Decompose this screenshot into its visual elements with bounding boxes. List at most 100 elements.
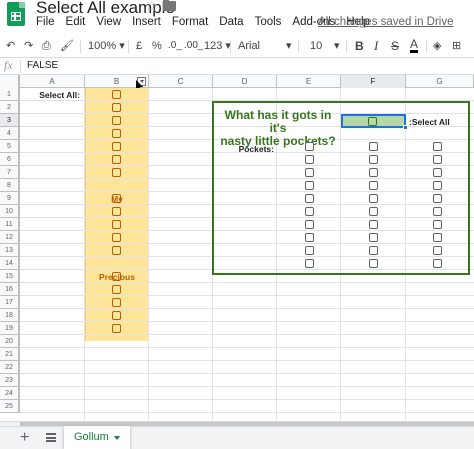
increase-decimal-button[interactable]: .00_ xyxy=(184,39,203,53)
select-all-checkbox[interactable] xyxy=(368,117,377,126)
print-icon[interactable]: ⎙ xyxy=(42,39,51,53)
currency-button[interactable]: £ xyxy=(136,39,142,53)
row-header-6[interactable]: 6 xyxy=(0,153,20,166)
checkbox-b17[interactable] xyxy=(112,298,121,307)
sheet-tab-menu-icon[interactable] xyxy=(114,436,120,440)
row-header-7[interactable]: 7 xyxy=(0,166,20,179)
row-header-10[interactable]: 10 xyxy=(0,205,20,218)
column-header-a[interactable]: A xyxy=(20,75,85,88)
checkbox-b2[interactable] xyxy=(112,103,121,112)
checkbox-b4[interactable] xyxy=(112,129,121,138)
checkbox-b12[interactable] xyxy=(112,233,121,242)
pocket-checkbox-f13[interactable] xyxy=(369,246,378,255)
formula-input[interactable]: FALSE xyxy=(27,60,58,71)
checkbox-b7[interactable] xyxy=(112,168,121,177)
pocket-checkbox-e12[interactable] xyxy=(305,233,314,242)
pocket-checkbox-f14[interactable] xyxy=(369,259,378,268)
row-header-22[interactable]: 22 xyxy=(0,361,20,374)
pocket-checkbox-f11[interactable] xyxy=(369,220,378,229)
checkbox-b18[interactable] xyxy=(112,311,121,320)
checkbox-b3[interactable] xyxy=(112,116,121,125)
pocket-checkbox-f7[interactable] xyxy=(369,168,378,177)
cells-area[interactable]: Select All: My Precious What has it gots… xyxy=(20,88,474,421)
pocket-checkbox-g7[interactable] xyxy=(433,168,442,177)
sheets-logo-icon[interactable] xyxy=(7,2,25,26)
row-header-14[interactable]: 14 xyxy=(0,257,20,270)
pocket-checkbox-g10[interactable] xyxy=(433,207,442,216)
pocket-checkbox-e6[interactable] xyxy=(305,155,314,164)
row-header-3[interactable]: 3 xyxy=(0,114,20,127)
column-header-c[interactable]: C xyxy=(149,75,213,88)
paint-format-icon[interactable]: 🖌 xyxy=(60,39,74,53)
pocket-checkbox-e10[interactable] xyxy=(305,207,314,216)
pocket-checkbox-f8[interactable] xyxy=(369,181,378,190)
folder-icon[interactable] xyxy=(163,0,176,11)
checkbox-b5[interactable] xyxy=(112,142,121,151)
pocket-checkbox-e8[interactable] xyxy=(305,181,314,190)
row-header-9[interactable]: 9 xyxy=(0,192,20,205)
checkbox-b6[interactable] xyxy=(112,155,121,164)
text-color-button[interactable]: A xyxy=(410,38,419,53)
pocket-checkbox-g8[interactable] xyxy=(433,181,442,190)
selected-cell-f3[interactable] xyxy=(341,114,406,128)
row-header-1[interactable]: 1 xyxy=(0,88,20,101)
pocket-checkbox-f5[interactable] xyxy=(369,142,378,151)
star-icon[interactable]: ☆ xyxy=(145,0,158,15)
checkbox-b15[interactable] xyxy=(112,272,121,281)
pocket-checkbox-g6[interactable] xyxy=(433,155,442,164)
row-header-8[interactable]: 8 xyxy=(0,179,20,192)
spreadsheet-grid[interactable]: A B C D E F G 1 2 3 4 5 6 7 8 9 10 11 12 13 14 15 16 17 1… xyxy=(0,75,474,421)
fill-handle[interactable] xyxy=(403,125,408,130)
checkbox-b19[interactable] xyxy=(112,324,121,333)
checkbox-b9[interactable] xyxy=(112,194,121,203)
percent-button[interactable]: % xyxy=(152,39,162,53)
row-header-24[interactable]: 24 xyxy=(0,387,20,400)
pocket-checkbox-e14[interactable] xyxy=(305,259,314,268)
more-formats-select[interactable]: 123 ▾ xyxy=(204,39,231,53)
font-select[interactable]: Arial ▾ xyxy=(238,39,292,53)
pocket-checkbox-e9[interactable] xyxy=(305,194,314,203)
pocket-checkbox-e5[interactable] xyxy=(305,142,314,151)
row-header-23[interactable]: 23 xyxy=(0,374,20,387)
menu-file[interactable]: File xyxy=(36,16,55,32)
row-header-19[interactable]: 19 xyxy=(0,322,20,335)
row-header-18[interactable]: 18 xyxy=(0,309,20,322)
row-header-15[interactable]: 15 xyxy=(0,270,20,283)
checkbox-b10[interactable] xyxy=(112,207,121,216)
sheet-tab-gollum[interactable]: Gollum xyxy=(64,426,130,449)
font-size-select[interactable]: 10 ▾ xyxy=(310,39,340,53)
row-header-4[interactable]: 4 xyxy=(0,127,20,140)
menu-tools[interactable]: Tools xyxy=(255,16,282,32)
pocket-checkbox-g5[interactable] xyxy=(433,142,442,151)
redo-icon[interactable]: ↷ xyxy=(24,39,33,53)
select-all-corner[interactable] xyxy=(0,75,20,88)
column-header-d[interactable]: D xyxy=(213,75,277,88)
undo-icon[interactable]: ↶ xyxy=(6,39,15,53)
fill-color-icon[interactable]: ◈ xyxy=(433,39,441,53)
pocket-checkbox-g13[interactable] xyxy=(433,246,442,255)
row-header-12[interactable]: 12 xyxy=(0,231,20,244)
checkbox-b13[interactable] xyxy=(112,246,121,255)
menu-insert[interactable]: Insert xyxy=(132,16,161,32)
italic-button[interactable]: I xyxy=(374,39,378,53)
menu-data[interactable]: Data xyxy=(219,16,243,32)
zoom-select[interactable]: 100% ▾ xyxy=(88,39,125,53)
pocket-checkbox-g11[interactable] xyxy=(433,220,442,229)
column-header-e[interactable]: E xyxy=(277,75,341,88)
pocket-checkbox-g14[interactable] xyxy=(433,259,442,268)
row-header-5[interactable]: 5 xyxy=(0,140,20,153)
saved-status[interactable]: All changes saved in Drive xyxy=(318,16,454,28)
row-header-2[interactable]: 2 xyxy=(0,101,20,114)
row-header-17[interactable]: 17 xyxy=(0,296,20,309)
pocket-checkbox-g12[interactable] xyxy=(433,233,442,242)
row-header-21[interactable]: 21 xyxy=(0,348,20,361)
menu-edit[interactable]: Edit xyxy=(66,16,86,32)
menu-view[interactable]: View xyxy=(96,16,121,32)
checkbox-b1[interactable] xyxy=(112,90,121,99)
row-header-13[interactable]: 13 xyxy=(0,244,20,257)
pocket-checkbox-g9[interactable] xyxy=(433,194,442,203)
add-sheet-icon[interactable]: + xyxy=(20,429,29,447)
pocket-checkbox-e11[interactable] xyxy=(305,220,314,229)
pocket-checkbox-f9[interactable] xyxy=(369,194,378,203)
checkbox-b16[interactable] xyxy=(112,285,121,294)
